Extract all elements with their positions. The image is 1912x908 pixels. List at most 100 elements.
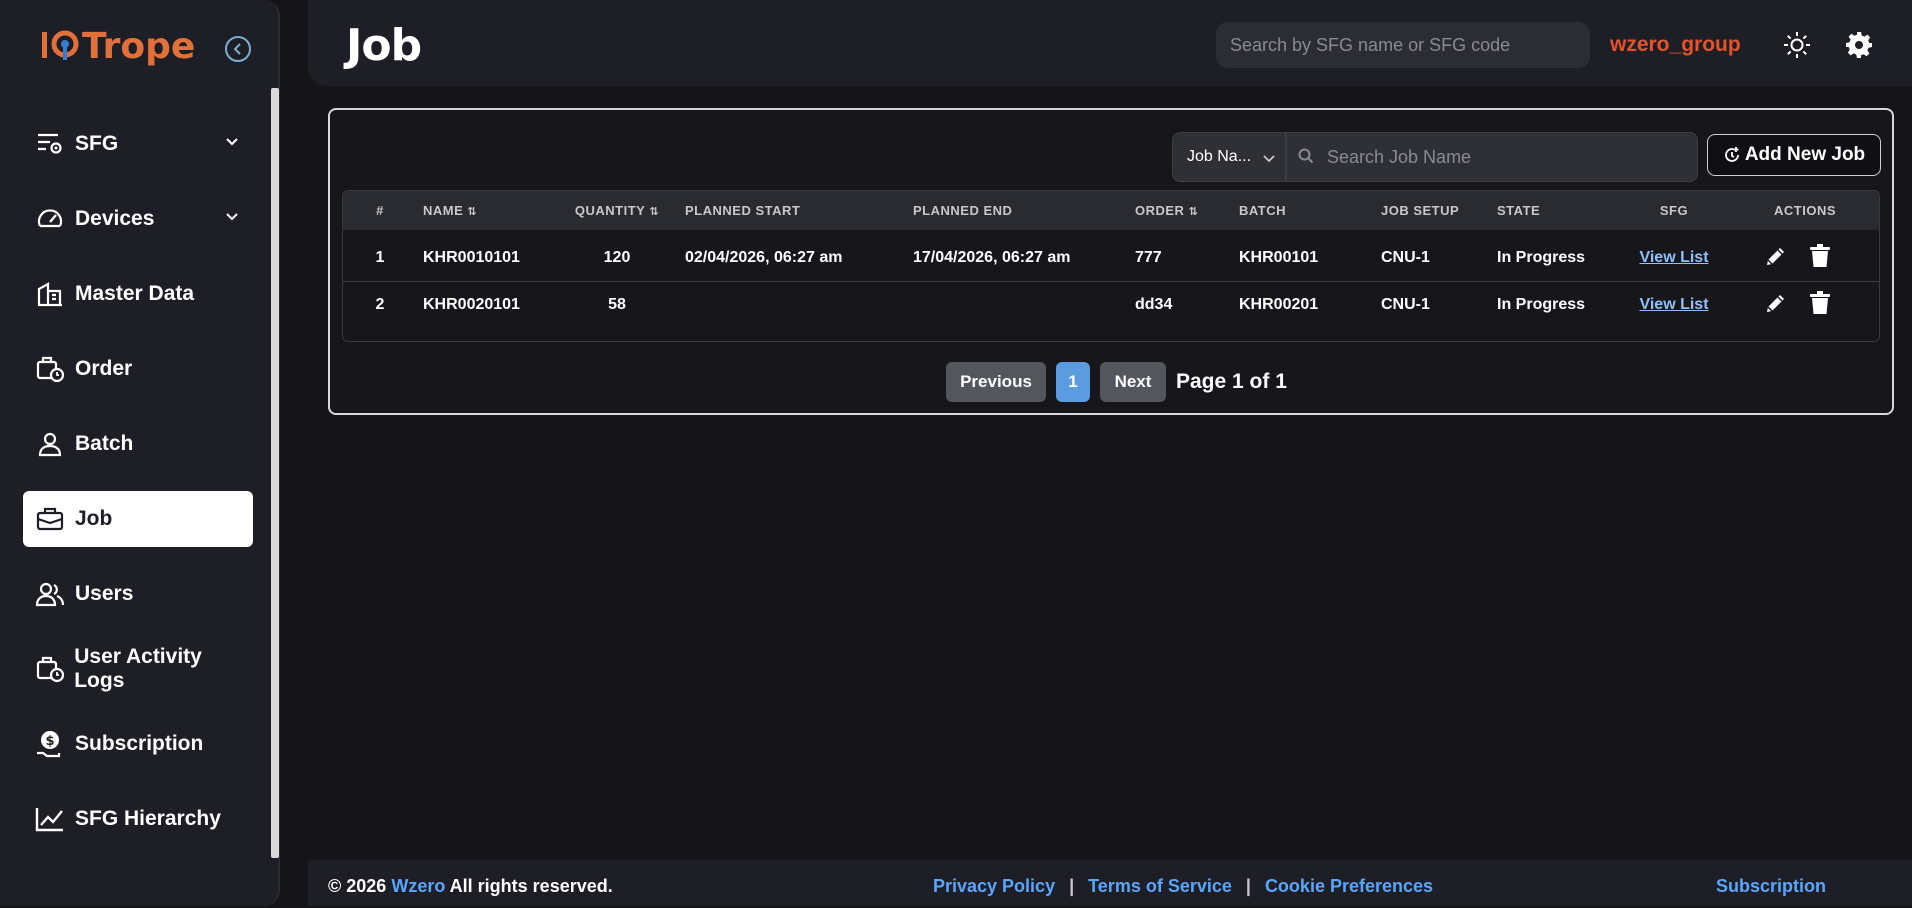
view-sfg-list-link[interactable]: View List xyxy=(1639,249,1708,266)
column-header-order[interactable]: ORDER ⇅ xyxy=(1129,191,1233,233)
column-header-quantity[interactable]: QUANTITY ⇅ xyxy=(555,191,679,233)
briefcase-clock-icon xyxy=(35,354,65,384)
page-info: Page 1 of 1 xyxy=(1176,370,1287,393)
search-icon xyxy=(1298,148,1314,169)
column-header-name[interactable]: NAME ⇅ xyxy=(417,191,555,233)
gear-icon xyxy=(1846,32,1872,58)
column-header-actions: ACTIONS xyxy=(1774,203,1836,218)
delete-button[interactable] xyxy=(1807,290,1833,316)
sfg-search-input[interactable] xyxy=(1216,22,1590,68)
sidebar-item-sfg-hierarchy[interactable]: SFG Hierarchy xyxy=(23,791,253,847)
job-batch: KHR00101 xyxy=(1239,249,1319,267)
briefcase-clock-icon xyxy=(35,654,64,684)
search-field-select[interactable]: Job Na... xyxy=(1172,132,1286,182)
sidebar-item-devices[interactable]: Devices xyxy=(23,191,253,247)
sidebar-item-job[interactable]: Job xyxy=(23,491,253,547)
users-icon xyxy=(35,579,65,609)
trash-icon xyxy=(1810,291,1831,315)
footer-links: Privacy Policy | Terms of Service | Cook… xyxy=(933,876,1433,897)
sidebar-item-label: Devices xyxy=(75,207,155,230)
terms-of-service-link[interactable]: Terms of Service xyxy=(1088,876,1232,897)
sidebar-scrollbar[interactable] xyxy=(271,88,279,858)
column-header-batch: BATCH xyxy=(1239,203,1287,218)
sort-icon[interactable]: ⇅ xyxy=(649,206,659,218)
sun-icon xyxy=(1784,32,1810,58)
sidebar-item-label: Job xyxy=(75,507,113,530)
sidebar-item-label: Batch xyxy=(75,432,134,455)
iotrope-logo-icon: Trope xyxy=(42,26,195,66)
planned-start xyxy=(679,281,907,329)
cookie-preferences-link[interactable]: Cookie Preferences xyxy=(1265,876,1433,897)
chevron-down-icon[interactable] xyxy=(225,134,239,152)
column-header-planned-end: PLANNED END xyxy=(913,203,1013,218)
building-icon xyxy=(35,279,65,309)
sort-icon[interactable]: ⇅ xyxy=(467,206,477,218)
planned-end xyxy=(907,281,1129,329)
sidebar: Trope SFG Devices Master Data Order Batc… xyxy=(0,0,280,906)
settings-button[interactable] xyxy=(1844,30,1874,60)
row-index: 1 xyxy=(375,249,385,267)
column-header-sfg: SFG xyxy=(1659,203,1689,218)
job-state: In Progress xyxy=(1497,249,1586,267)
trash-icon xyxy=(1810,244,1831,268)
row-index: 2 xyxy=(375,296,385,314)
copyright-prefix: © 2026 xyxy=(328,876,387,896)
job-name: KHR0020101 xyxy=(423,296,520,314)
svg-text:Trope: Trope xyxy=(82,26,195,66)
column-header-index: # xyxy=(376,203,384,218)
job-card: Job Na... Add New Job # NAME⇅ QUANTITY⇅ … xyxy=(328,108,1894,415)
view-sfg-list-link[interactable]: View List xyxy=(1639,296,1708,313)
job-order: 777 xyxy=(1135,249,1162,267)
column-header-state: STATE xyxy=(1497,203,1541,218)
jobs-table: # NAME ⇅ QUANTITY ⇅ PLANNED START PLANNED … xyxy=(342,190,1880,342)
gauge-icon xyxy=(35,204,65,234)
sidebar-nav: SFG Devices Master Data Order Batch Job … xyxy=(23,116,253,866)
sidebar-item-label: Order xyxy=(75,357,133,380)
sidebar-item-label: Users xyxy=(75,582,134,605)
next-page-button[interactable]: Next xyxy=(1100,362,1166,402)
user-group-label[interactable]: wzero_group xyxy=(1610,33,1741,57)
privacy-policy-link[interactable]: Privacy Policy xyxy=(933,876,1055,897)
page-number-button[interactable]: 1 xyxy=(1056,362,1090,402)
job-setup: CNU-1 xyxy=(1381,249,1430,267)
chevron-down-icon[interactable] xyxy=(225,209,239,227)
sidebar-item-sfg[interactable]: SFG xyxy=(23,116,253,172)
sidebar-item-users[interactable]: Users xyxy=(23,566,253,622)
app-logo[interactable]: Trope xyxy=(40,22,200,66)
sidebar-item-order[interactable]: Order xyxy=(23,341,253,397)
divider: | xyxy=(1245,876,1251,896)
coin-hand-icon: $ xyxy=(35,729,65,759)
sidebar-item-label: SFG Hierarchy xyxy=(75,807,221,830)
job-setup: CNU-1 xyxy=(1381,296,1430,314)
chevron-down-icon xyxy=(1263,151,1275,169)
theme-toggle-button[interactable] xyxy=(1782,30,1812,60)
sort-icon[interactable]: ⇅ xyxy=(1188,206,1198,218)
brand-link[interactable]: Wzero xyxy=(391,876,445,896)
toolbox-icon xyxy=(35,504,65,534)
sidebar-item-subscription[interactable]: $ Subscription xyxy=(23,716,253,772)
edit-button[interactable] xyxy=(1763,243,1789,269)
job-order: dd34 xyxy=(1135,296,1173,314)
job-batch: KHR00201 xyxy=(1239,296,1319,314)
sidebar-item-batch[interactable]: Batch xyxy=(23,416,253,472)
delete-button[interactable] xyxy=(1807,243,1833,269)
add-new-job-label: Add New Job xyxy=(1744,144,1866,165)
sidebar-item-user-activity-logs[interactable]: User Activity Logs xyxy=(23,641,253,697)
job-quantity: 120 xyxy=(603,249,631,267)
collapse-sidebar-button[interactable] xyxy=(225,36,251,62)
edit-button[interactable] xyxy=(1763,290,1789,316)
svg-text:$: $ xyxy=(45,734,54,749)
previous-page-button[interactable]: Previous xyxy=(946,362,1046,402)
job-search-input[interactable] xyxy=(1286,132,1698,182)
person-icon xyxy=(35,429,65,459)
table-row: 1 KHR0010101 120 02/04/2026, 06:27 am 17… xyxy=(343,233,1879,281)
table-row: 2 KHR0020101 58 dd34 KHR00201 CNU-1 In P… xyxy=(343,281,1879,329)
job-state: In Progress xyxy=(1497,296,1586,314)
add-new-job-button[interactable]: Add New Job xyxy=(1707,134,1881,176)
planned-start: 02/04/2026, 06:27 am xyxy=(685,249,843,267)
divider: | xyxy=(1069,876,1075,896)
table-header-row: # NAME ⇅ QUANTITY ⇅ PLANNED START PLANNED … xyxy=(343,191,1879,233)
sidebar-item-master-data[interactable]: Master Data xyxy=(23,266,253,322)
subscription-link[interactable]: Subscription xyxy=(1716,876,1826,897)
column-header-planned-start: PLANNED START xyxy=(685,203,801,218)
